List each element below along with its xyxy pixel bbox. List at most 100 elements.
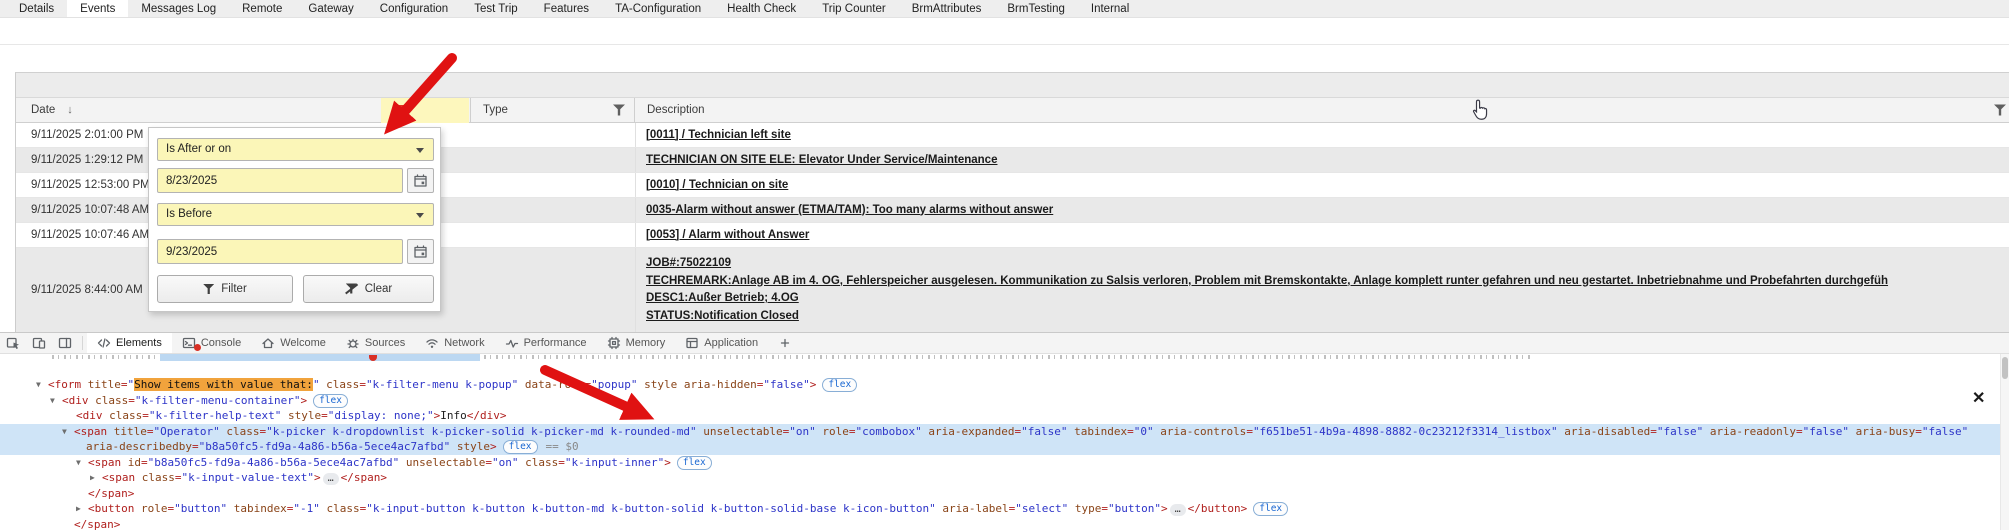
device-toolbar-icon[interactable] (26, 333, 52, 353)
tab-test-trip[interactable]: Test Trip (461, 0, 530, 17)
tab-gateway[interactable]: Gateway (295, 0, 366, 17)
filter-operator-1-dropdown[interactable]: Is After or on (157, 138, 434, 161)
devtools-tab-label: Network (444, 337, 484, 349)
code-line[interactable]: ▶<button role="button" tabindex="-1" cla… (0, 501, 2009, 517)
devtools-tab-welcome[interactable]: Welcome (251, 333, 336, 353)
calendar-icon (414, 174, 427, 187)
devtools-tab-sources[interactable]: Sources (336, 333, 415, 353)
chevron-down-icon (416, 213, 424, 218)
tab-features[interactable]: Features (531, 0, 602, 17)
error-badge (194, 344, 201, 351)
devtools-tab-network[interactable]: Network (415, 333, 494, 353)
tab-remote[interactable]: Remote (229, 0, 295, 17)
devtools-tab-+[interactable] (768, 333, 802, 353)
calendar-icon (414, 245, 427, 258)
column-label-date: Date (31, 104, 55, 116)
devtools-tab-elements[interactable]: Elements (87, 333, 172, 353)
calendar-button[interactable] (407, 239, 434, 264)
devtools-tab-label: Sources (365, 337, 405, 349)
code-line[interactable]: aria-describedby="b8a50fc5-fd9a-4a86-b56… (0, 439, 2009, 455)
description-cell: JOB#:75022109TECHREMARK:Anlage AB im 4. … (646, 248, 2007, 332)
devtools-tab-performance[interactable]: Performance (495, 333, 597, 353)
twisty-icon[interactable]: ▼ (36, 377, 48, 393)
clear-button[interactable]: Clear (303, 275, 434, 303)
date-cell: 9/11/2025 10:07:46 AM (31, 223, 149, 247)
code-line[interactable]: </span> (0, 517, 2009, 530)
filter-button[interactable]: Filter (157, 275, 293, 303)
code-line[interactable]: ▼<span id="b8a50fc5-fd9a-4a86-b56a-5ece4… (0, 455, 2009, 471)
inspect-element-icon[interactable] (0, 333, 26, 353)
tab-ta-configuration[interactable]: TA-Configuration (602, 0, 714, 17)
code-line[interactable]: </span> (0, 486, 2009, 502)
clipped-selection (160, 354, 480, 361)
tab-trip-counter[interactable]: Trip Counter (809, 0, 899, 17)
filter-clear-icon (345, 283, 358, 295)
dock-side-icon[interactable] (52, 333, 78, 353)
code-line[interactable]: ▼<div class="k-filter-menu-container">fl… (0, 393, 2009, 409)
twisty-icon[interactable]: ▶ (90, 470, 102, 486)
description-link[interactable]: DESC1:Außer Betrieb; 4.OG (646, 290, 2007, 308)
filter-icon (203, 284, 214, 295)
description-link[interactable]: STATUS:Notification Closed (646, 308, 2007, 326)
application-icon (685, 336, 699, 350)
tab-configuration[interactable]: Configuration (367, 0, 461, 17)
column-resize-handle[interactable] (470, 98, 471, 123)
flex-badge[interactable]: flex (822, 378, 857, 392)
tab-messages-log[interactable]: Messages Log (128, 0, 229, 17)
description-link[interactable]: [0011] / Technician left site (646, 123, 2007, 147)
filter-button-label: Filter (221, 283, 247, 295)
column-header-type[interactable]: Type (483, 98, 508, 123)
description-filter-button[interactable] (1994, 104, 2006, 116)
panel-divider (0, 44, 2009, 45)
code-line[interactable]: ▶<span class="k-input-value-text">…</spa… (0, 470, 2009, 486)
elements-icon (97, 336, 111, 350)
column-header-date[interactable]: Date↓ (31, 98, 73, 123)
tab-internal[interactable]: Internal (1078, 0, 1142, 17)
description-link[interactable]: TECHREMARK:Anlage AB im 4. OG, Fehlerspe… (646, 273, 2007, 291)
flex-badge[interactable]: flex (677, 456, 712, 470)
tab-details[interactable]: Details (6, 0, 67, 17)
filter-operator-2-dropdown[interactable]: Is Before (157, 203, 434, 226)
code-line[interactable]: ▼<form title="Show items with value that… (0, 377, 2009, 393)
tab-events[interactable]: Events (67, 0, 128, 17)
code-line[interactable]: <div class="k-filter-help-text" style="d… (0, 408, 2009, 424)
chevron-down-icon (416, 148, 424, 153)
devtools-tab-label: Memory (626, 337, 666, 349)
twisty-icon[interactable]: ▼ (76, 455, 88, 471)
devtools-scrollbar[interactable] (2000, 354, 2009, 530)
flex-badge[interactable]: flex (503, 440, 538, 454)
date-cell: 9/11/2025 1:29:12 PM (31, 148, 143, 172)
devtools-tab-console[interactable]: Console (172, 333, 251, 353)
description-link[interactable]: [0053] / Alarm without Answer (646, 223, 2007, 247)
description-link[interactable]: JOB#:75022109 (646, 255, 2007, 273)
devtools-tab-label: Welcome (280, 337, 326, 349)
filter-date-1-input[interactable] (157, 168, 403, 193)
devtools-tab-memory[interactable]: Memory (597, 333, 676, 353)
description-link[interactable]: [0010] / Technician on site (646, 173, 2007, 197)
description-link[interactable]: 0035-Alarm without answer (ETMA/TAM): To… (646, 198, 2007, 222)
devtools-panel: ElementsConsole Welcome Sources Network Perf… (0, 332, 2009, 530)
column-header-description[interactable]: Description (647, 98, 705, 123)
column-label-type: Type (483, 104, 508, 116)
devtools-tab-application[interactable]: Application (675, 333, 768, 353)
date-cell: 9/11/2025 8:44:00 AM (31, 248, 143, 332)
overlay-close-icon[interactable]: ✕ (1972, 388, 1985, 408)
twisty-icon[interactable]: ▶ (76, 501, 88, 517)
scrollbar-thumb[interactable] (2002, 357, 2008, 379)
tab-brmtesting[interactable]: BrmTesting (994, 0, 1078, 17)
description-link[interactable]: TECHNICIAN ON SITE ELE: Elevator Under S… (646, 148, 2007, 172)
flex-badge[interactable]: flex (1253, 502, 1288, 516)
flex-badge[interactable]: flex (313, 394, 348, 408)
memory-icon (607, 336, 621, 350)
tab-health-check[interactable]: Health Check (714, 0, 809, 17)
date-cell: 9/11/2025 12:53:00 PM (31, 173, 150, 197)
calendar-button[interactable] (407, 168, 434, 193)
twisty-icon[interactable]: ▼ (50, 393, 62, 409)
date-filter-button[interactable] (381, 98, 469, 123)
twisty-icon[interactable]: ▼ (62, 424, 74, 440)
code-line[interactable]: ▼<span title="Operator" class="k-picker … (0, 424, 2009, 440)
type-filter-button[interactable] (613, 104, 625, 116)
tab-brmattributes[interactable]: BrmAttributes (899, 0, 995, 17)
column-resize-handle[interactable] (634, 98, 635, 123)
filter-date-2-input[interactable] (157, 239, 403, 264)
